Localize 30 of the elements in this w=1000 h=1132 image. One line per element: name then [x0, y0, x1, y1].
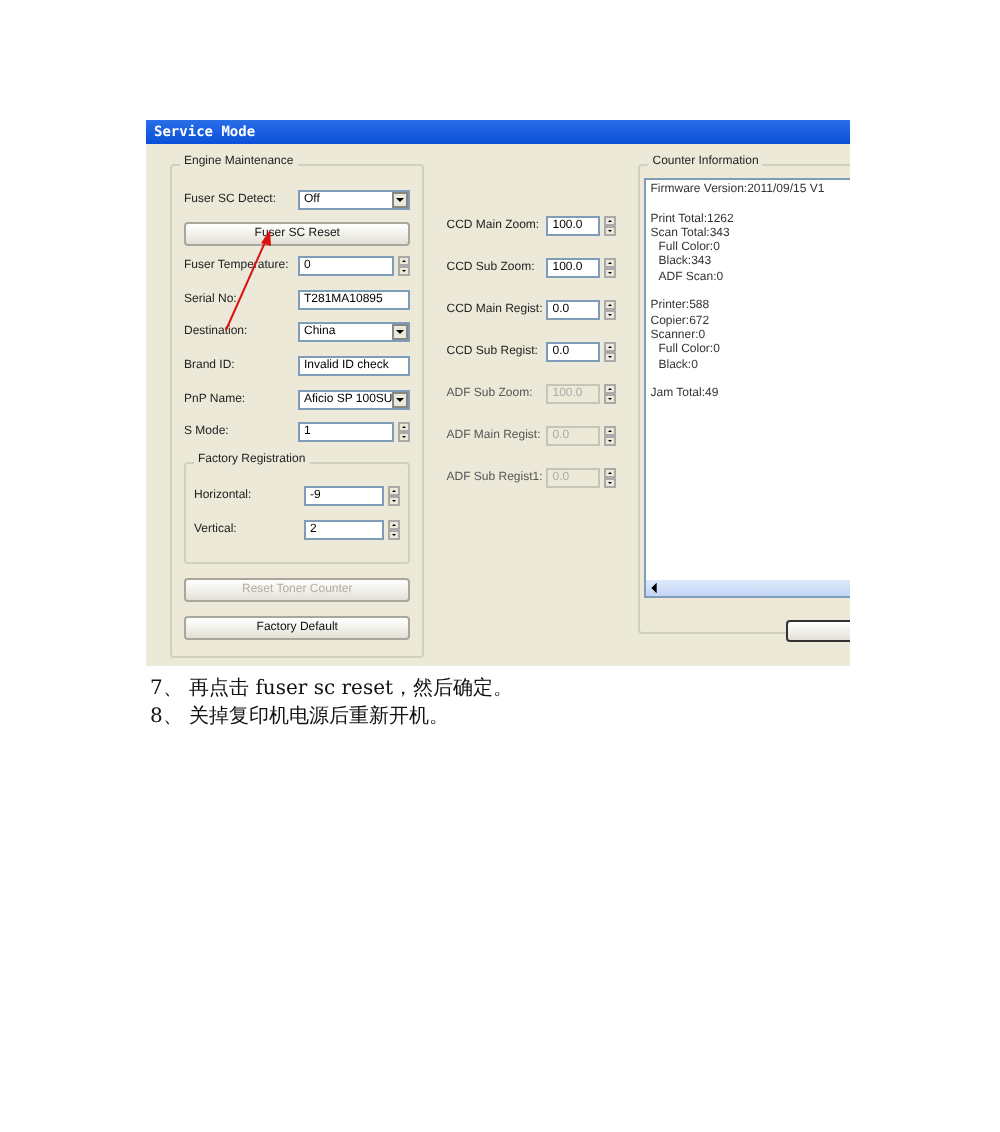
spin-down-button[interactable]	[604, 435, 617, 445]
spin-up-button[interactable]	[398, 256, 411, 267]
spin-down-button[interactable]	[604, 309, 617, 319]
spin-down-button[interactable]	[398, 432, 411, 443]
spin-down-button[interactable]	[398, 266, 411, 277]
spin-up-button[interactable]	[604, 257, 617, 267]
spin-up-button[interactable]	[388, 519, 401, 530]
spin-up-button[interactable]	[388, 486, 401, 497]
spin-up-button[interactable]	[604, 467, 617, 477]
spin-up-button[interactable]	[604, 299, 617, 309]
spin-up-button[interactable]	[604, 341, 617, 351]
spin-down-button[interactable]	[604, 351, 617, 361]
spin-down-button[interactable]	[604, 393, 617, 403]
spin-down-button[interactable]	[604, 267, 617, 277]
instruction-text: 8、 关掉复印机电源后重新开机。	[150, 704, 452, 732]
spin-down-button[interactable]	[388, 496, 401, 507]
dropdown-arrow-icon[interactable]	[392, 324, 409, 341]
spin-up-button[interactable]	[604, 383, 617, 393]
dialog-button[interactable]	[786, 620, 850, 642]
horizontal-scrollbar[interactable]	[646, 580, 850, 596]
dropdown-arrow-icon[interactable]	[392, 192, 409, 209]
scroll-left-button[interactable]	[646, 580, 663, 596]
spin-down-button[interactable]	[388, 529, 401, 540]
spin-down-button[interactable]	[604, 477, 617, 487]
spin-up-button[interactable]	[604, 215, 617, 225]
instruction-text: 7、 再点击 fuser sc reset，然后确定。	[150, 676, 516, 704]
spin-down-button[interactable]	[604, 225, 617, 235]
spin-up-button[interactable]	[398, 422, 411, 433]
spin-up-button[interactable]	[604, 425, 617, 435]
dropdown-arrow-icon[interactable]	[392, 391, 409, 408]
